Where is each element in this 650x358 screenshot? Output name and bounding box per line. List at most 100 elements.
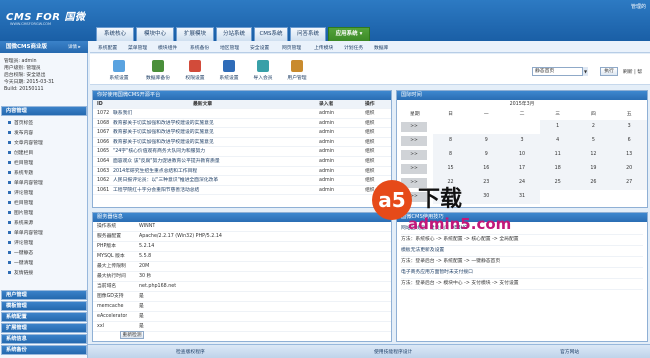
nav-item[interactable]: 评论管理: [8, 239, 33, 246]
tool-system-settings[interactable]: 系统设置: [104, 60, 134, 81]
week-nav-button[interactable]: >>: [401, 150, 427, 160]
row-action[interactable]: 组织: [365, 138, 375, 147]
tab-system-core[interactable]: 系统核心: [96, 27, 134, 41]
tool-settings-2[interactable]: 系统设置: [214, 60, 244, 81]
tool-user-manage[interactable]: 用户管理: [282, 60, 312, 81]
nav-item[interactable]: 单单内容管理: [8, 229, 43, 236]
tab-substation[interactable]: 分站系统: [216, 27, 252, 41]
calendar-day[interactable]: 26: [575, 176, 612, 190]
nav-section-users[interactable]: 用户管理: [1, 290, 87, 300]
footer-link[interactable]: 使用技能程序设计: [374, 348, 412, 355]
calendar-day[interactable]: 11: [539, 148, 576, 162]
calendar-day[interactable]: 3: [611, 120, 647, 134]
nav-section-config[interactable]: 系统配置: [1, 312, 87, 322]
refresh-help-links[interactable]: 刷新 | 帮: [623, 68, 642, 75]
nav-item[interactable]: 系统来源: [8, 219, 33, 226]
execute-button[interactable]: 执行: [600, 67, 618, 76]
nav-item[interactable]: 系统专题: [8, 169, 33, 176]
calendar-day[interactable]: 16: [468, 162, 505, 176]
tab-cms[interactable]: CMS系统: [254, 27, 288, 41]
calendar-day[interactable]: 1: [539, 120, 576, 134]
calendar-day[interactable]: 8: [432, 148, 469, 162]
calendar-day[interactable]: 5: [575, 134, 612, 148]
tab-module-center[interactable]: 模块中心: [136, 27, 174, 41]
subnav-database[interactable]: 数据库: [374, 44, 388, 51]
calendar-day[interactable]: 13: [611, 148, 647, 162]
nav-item[interactable]: 首页标签: [8, 119, 33, 126]
nav-section-templates[interactable]: 模板管理: [1, 301, 87, 311]
row-action[interactable]: 组织: [365, 167, 375, 176]
row-action[interactable]: 组织: [365, 128, 375, 137]
calendar-day[interactable]: 20: [611, 162, 647, 176]
user-link[interactable]: 管理的: [631, 3, 646, 10]
calendar-day[interactable]: 18: [539, 162, 576, 176]
nav-item[interactable]: 栏目管理: [8, 159, 33, 166]
calendar-day[interactable]: 3: [504, 134, 540, 148]
row-title[interactable]: 教育部关于切实加强和改进学校建设的实施意见: [113, 119, 313, 128]
nav-item[interactable]: 图片管理: [8, 209, 33, 216]
sidebar-help-link[interactable]: 详情 ▸: [68, 44, 81, 50]
calendar-day[interactable]: 10: [504, 148, 540, 162]
tool-import-members[interactable]: 导入会员: [248, 60, 278, 81]
nav-item[interactable]: 发布内容: [8, 129, 33, 136]
row-title[interactable]: 面容观众 该"反腐"努力促进教育公平提升教育质量: [113, 157, 313, 166]
calendar-day[interactable]: 2: [575, 120, 612, 134]
subnav-upload[interactable]: 上传模块: [314, 44, 333, 51]
tab-extensions[interactable]: 扩展模块: [176, 27, 214, 41]
week-nav-button[interactable]: >>: [401, 122, 427, 132]
subnav-system-config[interactable]: 系统配置: [98, 44, 117, 51]
week-nav-button[interactable]: >>: [401, 164, 427, 174]
nav-item[interactable]: 友情链接: [8, 269, 33, 276]
subnav-tasks[interactable]: 计划任务: [344, 44, 363, 51]
row-title[interactable]: 工程学院红十字分会重阳节慈善活动总结: [113, 186, 313, 195]
calendar-day[interactable]: 27: [611, 176, 647, 190]
tool-permissions[interactable]: 权限设置: [180, 60, 210, 81]
calendar-day[interactable]: 9: [468, 134, 505, 148]
nav-section-content[interactable]: 内容管理: [1, 106, 87, 116]
row-action[interactable]: 组织: [365, 119, 375, 128]
nav-section-backup[interactable]: 系统备份: [1, 345, 87, 355]
nav-section-sysinfo[interactable]: 系统信息: [1, 334, 87, 344]
row-title[interactable]: 人民日报评论员：以"三种意识"推进全面深化改革: [113, 176, 313, 185]
nav-item[interactable]: 创建栏目: [8, 149, 33, 156]
footer-link[interactable]: 检查版权程序: [176, 348, 205, 355]
calendar-day[interactable]: 8: [432, 134, 469, 148]
calendar-day[interactable]: 25: [539, 176, 576, 190]
nav-item[interactable]: 一键静态: [8, 249, 33, 256]
nav-item[interactable]: 文章内容管理: [8, 139, 43, 146]
subnav-menu[interactable]: 菜单管理: [128, 44, 147, 51]
calendar-day[interactable]: 15: [432, 162, 469, 176]
calendar-day[interactable]: 19: [575, 162, 612, 176]
subnav-modules[interactable]: 模块组件: [158, 44, 177, 51]
subnav-region[interactable]: 地区管理: [220, 44, 239, 51]
nav-item[interactable]: 一键清理: [8, 259, 33, 266]
row-title[interactable]: 教育部关于切实加强和改进学校建设的实施意见: [113, 138, 313, 147]
row-action[interactable]: 组织: [365, 157, 375, 166]
week-nav-button[interactable]: >>: [401, 136, 427, 146]
calendar-day[interactable]: 9: [468, 148, 505, 162]
subnav-pages[interactable]: 网页管理: [282, 44, 301, 51]
row-action[interactable]: 组织: [365, 109, 375, 118]
row-title[interactable]: "24字"核心价值观有商务大队同为和服努力: [113, 147, 313, 156]
calendar-day[interactable]: 6: [611, 134, 647, 148]
row-title[interactable]: 教育部关于切实加强和改进学校建设的实施意见: [113, 128, 313, 137]
calendar-day[interactable]: 4: [539, 134, 576, 148]
row-title[interactable]: 联系我们: [113, 109, 313, 118]
tab-applications[interactable]: 应用系统 ▾: [328, 27, 370, 41]
tab-qa[interactable]: 问答系统: [290, 27, 326, 41]
row-title[interactable]: 2014年研究生招生重点总结和工作目程: [113, 167, 313, 176]
nav-item[interactable]: 单单内容管理: [8, 179, 43, 186]
static-select[interactable]: 静态首页: [532, 67, 588, 76]
subnav-security[interactable]: 安全设置: [250, 44, 269, 51]
nav-item[interactable]: 栏目管理: [8, 199, 33, 206]
row-action[interactable]: 组织: [365, 147, 375, 156]
footer-link[interactable]: 官方网站: [560, 348, 579, 355]
user-info-perm[interactable]: 后台权限: 安全退出: [4, 72, 54, 79]
subnav-backup[interactable]: 系统备份: [190, 44, 209, 51]
calendar-day[interactable]: 17: [504, 162, 540, 176]
nav-section-extensions[interactable]: 扩展管理: [1, 323, 87, 333]
calendar-day[interactable]: 12: [575, 148, 612, 162]
chevron-down-icon[interactable]: ▼: [582, 67, 588, 76]
recheck-button[interactable]: 重新检测: [120, 331, 144, 339]
nav-item[interactable]: 评论管理: [8, 189, 33, 196]
